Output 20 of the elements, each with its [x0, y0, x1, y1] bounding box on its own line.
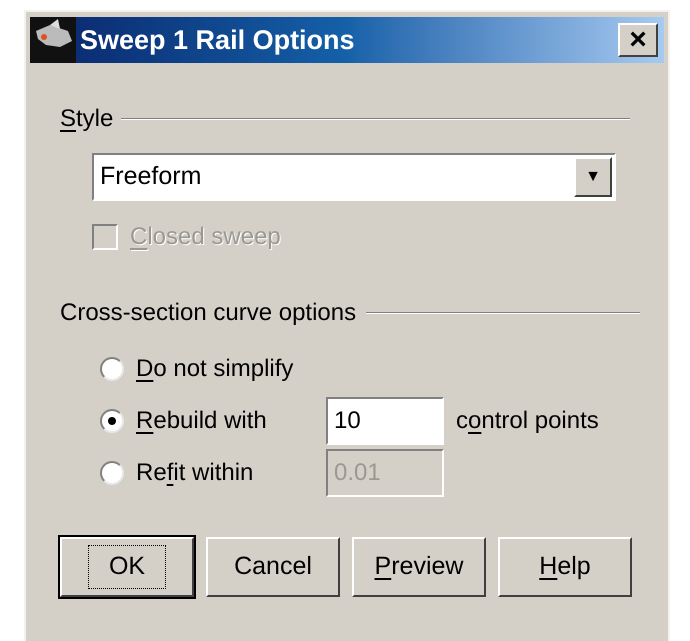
- radio-label: Do not simplify: [136, 354, 294, 384]
- group-label: Cross-section curve options: [60, 298, 356, 328]
- radio-button[interactable]: [100, 409, 124, 433]
- app-icon: [30, 17, 76, 63]
- style-dropdown[interactable]: Freeform ▼: [92, 153, 616, 201]
- radio-label: Refit within: [136, 458, 254, 488]
- dialog-button[interactable]: Preview: [352, 537, 486, 597]
- checkbox-label: Closed sweep: [130, 222, 281, 252]
- dialog-button[interactable]: Cancel: [206, 537, 340, 597]
- input-field[interactable]: 10: [326, 397, 444, 445]
- radio-button[interactable]: [100, 461, 124, 485]
- group-label: Style: [60, 104, 114, 134]
- window-title: Sweep 1 Rail Options: [80, 24, 356, 57]
- dropdown-arrow-button[interactable]: ▼: [574, 157, 612, 197]
- radio-button[interactable]: [100, 357, 124, 381]
- close-button[interactable]: ×: [618, 23, 658, 57]
- dialog-button[interactable]: Help: [498, 537, 632, 597]
- dialog-button[interactable]: OK: [60, 537, 194, 597]
- radio-label: Rebuild with: [136, 406, 268, 436]
- field-suffix-label: control points: [456, 406, 599, 436]
